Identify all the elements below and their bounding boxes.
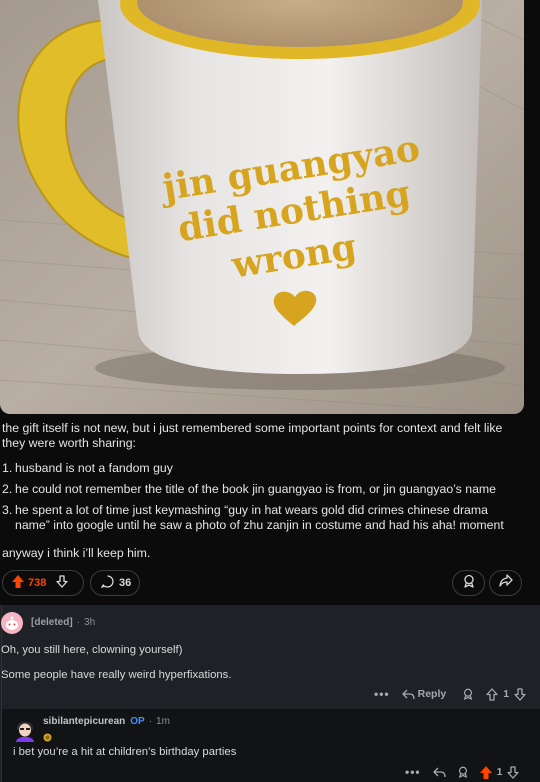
upvote-icon[interactable] xyxy=(486,687,498,701)
award-button[interactable] xyxy=(452,570,485,596)
share-icon xyxy=(498,574,513,592)
reply-label: Reply xyxy=(417,688,447,700)
list-item: 1. husband is not a fandom guy xyxy=(2,461,522,476)
post-vote-count: 738 xyxy=(28,577,47,589)
upvote-icon[interactable] xyxy=(12,575,24,591)
list-item: 3. he spent a lot of time just keymashing… xyxy=(2,503,522,533)
list-number: 2. xyxy=(2,482,13,496)
separator-dot: · xyxy=(76,617,81,628)
post-image[interactable]: jin guangyao did nothing wrong xyxy=(0,0,524,414)
more-icon[interactable]: ••• xyxy=(374,687,390,701)
post-action-bar: 738 36 xyxy=(2,570,522,596)
avatar[interactable] xyxy=(12,716,38,742)
comment-text: i bet you’re a hit at children’s birthda… xyxy=(13,746,237,758)
comment-action-bar: ••• Reply 1 xyxy=(374,687,526,701)
list-item: 2. he could not remember the title of the… xyxy=(2,482,522,497)
reply-icon xyxy=(432,767,446,777)
comment-author[interactable]: sibilantepicurean xyxy=(43,716,125,727)
award-icon[interactable] xyxy=(462,688,474,700)
comment-vote-count: 1 xyxy=(496,766,503,778)
comment-time: 3h xyxy=(84,617,96,628)
comment-header: [deleted] · 3h xyxy=(31,617,95,628)
reply-button[interactable] xyxy=(432,767,446,778)
vote-pill: 738 xyxy=(2,570,84,596)
post-body: the gift itself is not new, but i just r… xyxy=(2,421,522,571)
comment-header: sibilantepicurean OP · 1m xyxy=(43,716,170,727)
comments-button[interactable]: 36 xyxy=(90,570,140,596)
list-text: he spent a lot of time just keymashing “… xyxy=(15,503,504,532)
list-text: he could not remember the title of the b… xyxy=(15,482,497,496)
comment-count: 36 xyxy=(119,577,132,589)
flair-icon xyxy=(43,729,52,747)
downvote-icon[interactable] xyxy=(507,765,520,779)
award-icon[interactable] xyxy=(457,766,469,778)
comment-action-bar: ••• 1 xyxy=(405,765,520,779)
avatar[interactable] xyxy=(1,612,23,634)
list-number: 3. xyxy=(2,503,13,517)
comment-text: Some people have really weird hyperfixat… xyxy=(1,669,232,681)
comment-vote-count: 1 xyxy=(503,688,510,700)
reply-button[interactable]: Reply xyxy=(401,688,447,700)
upvote-icon[interactable] xyxy=(479,765,492,779)
nested-comment: sibilantepicurean OP · 1m i bet you’re a… xyxy=(2,709,540,782)
award-icon xyxy=(462,574,476,593)
comment-time: 1m xyxy=(156,716,170,727)
share-button[interactable] xyxy=(489,570,522,596)
op-badge: OP xyxy=(130,716,145,727)
list-text: husband is not a fandom guy xyxy=(15,461,173,475)
comments-panel: [deleted] · 3h Oh, you still here, clown… xyxy=(0,605,540,782)
post-points: 1. husband is not a fandom guy 2. he could… xyxy=(2,461,522,533)
post-closing: anyway i think i’ll keep him. xyxy=(2,546,151,560)
more-icon[interactable]: ••• xyxy=(405,765,421,779)
comment-text: Oh, you still here, clowning yourself) xyxy=(1,644,183,656)
separator-dot: · xyxy=(148,716,153,727)
comment-author[interactable]: [deleted] xyxy=(31,617,73,628)
downvote-icon[interactable] xyxy=(514,687,526,701)
post-intro: the gift itself is not new, but i just r… xyxy=(2,421,503,450)
comment-icon xyxy=(100,575,114,591)
downvote-icon[interactable] xyxy=(56,575,69,591)
reply-icon xyxy=(401,689,415,699)
list-number: 1. xyxy=(2,461,13,475)
